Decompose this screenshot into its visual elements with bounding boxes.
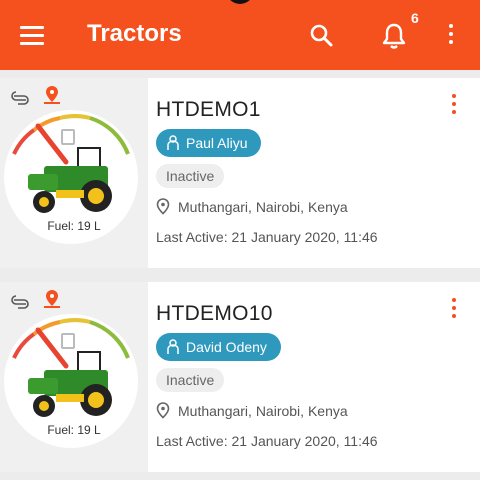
driver-chip[interactable]: David Odeny — [156, 333, 281, 361]
list-spacer — [0, 268, 480, 282]
driver-icon — [167, 339, 179, 354]
tractor-details: HTDEMO1 Paul Aliyu Inactive Muthangari, … — [148, 78, 480, 268]
status-badge: Inactive — [156, 368, 225, 392]
camera-notch — [226, 0, 254, 4]
tractor-thumbnail: Fuel: 19 L — [0, 282, 148, 472]
menu-icon[interactable] — [20, 26, 44, 46]
link-icon — [11, 91, 29, 105]
location-pin-icon — [156, 402, 170, 419]
card-more-icon[interactable] — [450, 298, 458, 322]
location-text: Muthangari, Nairobi, Kenya — [178, 403, 348, 419]
gps-pin-icon — [44, 290, 60, 308]
tractor-card[interactable]: Fuel: 19 L HTDEMO10 David Odeny Inactive… — [0, 282, 480, 472]
gps-pin-icon — [44, 86, 60, 104]
search-icon[interactable] — [308, 22, 336, 50]
card-more-icon[interactable] — [450, 94, 458, 118]
last-active: Last Active: 21 January 2020, 11:46 — [156, 433, 378, 449]
link-icon — [11, 295, 29, 309]
more-vertical-icon[interactable] — [446, 24, 456, 48]
tractor-illustration — [11, 290, 130, 417]
driver-icon — [167, 135, 179, 150]
page-title: Tractors — [87, 20, 182, 47]
fuel-label: Fuel: 19 L — [47, 423, 101, 437]
driver-name: David Odeny — [186, 339, 267, 355]
fuel-label: Fuel: 19 L — [47, 219, 101, 233]
location-row: Muthangari, Nairobi, Kenya — [156, 402, 348, 420]
location-text: Muthangari, Nairobi, Kenya — [178, 199, 348, 215]
tractor-name: HTDEMO1 — [156, 98, 261, 121]
tractor-details: HTDEMO10 David Odeny Inactive Muthangari… — [148, 282, 480, 472]
app-bar: Tractors 6 — [0, 0, 480, 70]
tractor-card[interactable]: Fuel: 19 L HTDEMO1 Paul Aliyu Inactive M… — [0, 78, 480, 268]
driver-chip[interactable]: Paul Aliyu — [156, 129, 262, 157]
bell-icon[interactable] — [380, 21, 408, 51]
location-pin-icon — [156, 198, 170, 215]
last-active: Last Active: 21 January 2020, 11:46 — [156, 229, 378, 245]
tractor-name: HTDEMO10 — [156, 302, 273, 325]
notification-count-badge: 6 — [411, 10, 419, 26]
tractor-illustration — [11, 86, 130, 213]
driver-name: Paul Aliyu — [186, 135, 248, 151]
tractor-thumbnail: Fuel: 19 L — [0, 78, 148, 268]
location-row: Muthangari, Nairobi, Kenya — [156, 198, 348, 216]
status-badge: Inactive — [156, 164, 225, 188]
